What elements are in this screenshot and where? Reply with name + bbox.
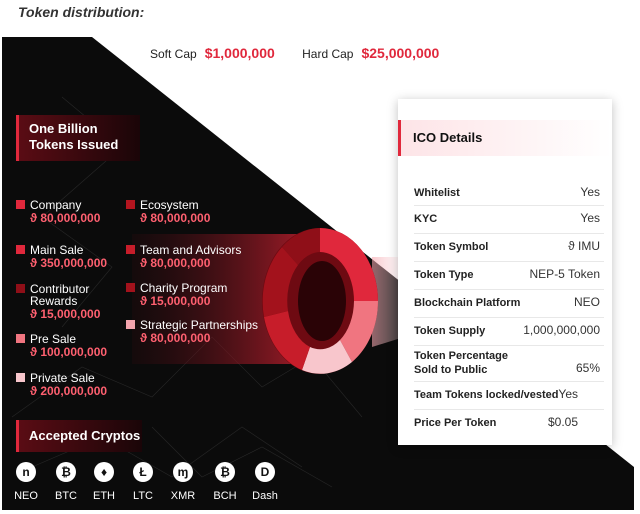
- legend-private-sale: Private Sale ϑ 200,000,000: [16, 372, 107, 397]
- legend-name: Ecosystem: [140, 198, 199, 212]
- crypto-bch: ₿ BCH: [205, 462, 245, 502]
- legend-pre-sale: Pre Sale ϑ 100,000,000: [16, 333, 107, 358]
- ico-value: Yes: [580, 185, 600, 199]
- ico-value: ϑ IMU: [568, 239, 600, 253]
- legend-name: Company: [30, 198, 82, 212]
- hard-cap-value: $25,000,000: [361, 45, 440, 61]
- ico-row-kyc: KYC Yes: [414, 207, 604, 234]
- legend-name: Main Sale: [30, 243, 84, 257]
- crypto-label: BTC: [55, 490, 77, 502]
- one-billion-banner: One Billion Tokens Issued: [16, 115, 140, 161]
- crypto-label: LTC: [133, 490, 153, 502]
- caps-row: Soft Cap $1,000,000 Hard Cap $25,000,000: [150, 45, 463, 61]
- ico-row-team-tokens: Team Tokens locked/vested Yes: [414, 383, 604, 410]
- ico-row-whitelist: Whitelist Yes: [414, 183, 604, 206]
- ico-key: Token Percentage: [414, 350, 508, 362]
- dash-icon: D: [255, 462, 275, 482]
- legend-amount: ϑ 200,000,000: [30, 384, 108, 398]
- soft-cap-label: Soft Cap: [150, 47, 197, 61]
- legend-name-2: Rewards: [30, 294, 78, 308]
- legend-name: Strategic Partnerships: [140, 318, 259, 332]
- ico-key: Token Symbol: [414, 241, 489, 253]
- ico-key: Token Supply: [414, 325, 486, 337]
- crypto-label: ETH: [93, 490, 115, 502]
- legend-charity: Charity Program ϑ 15,000,000: [126, 282, 227, 307]
- ico-key: Whitelist: [414, 187, 460, 199]
- legend-amount: ϑ 350,000,000: [30, 256, 108, 270]
- ico-value: Yes: [558, 387, 578, 401]
- ico-row-token-percentage: Token Percentage Sold to Public 65%: [414, 347, 604, 382]
- ico-row-blockchain: Blockchain Platform NEO: [414, 291, 604, 318]
- ico-value: NEP-5 Token: [529, 267, 600, 281]
- crypto-dash: D Dash: [245, 462, 285, 502]
- legend-swatch: [16, 245, 25, 254]
- donut-chart: [262, 228, 379, 374]
- neo-icon: n: [16, 462, 36, 482]
- legend-swatch: [126, 200, 135, 209]
- legend-amount: ϑ 100,000,000: [30, 345, 108, 359]
- ico-key: Blockchain Platform: [414, 297, 521, 309]
- legend-ecosystem: Ecosystem ϑ 80,000,000: [126, 199, 210, 224]
- xmr-icon: ɱ: [173, 462, 193, 482]
- ico-key: Token Type: [414, 269, 474, 281]
- ico-value: NEO: [573, 295, 600, 309]
- banner-line-2: Tokens Issued: [29, 137, 119, 152]
- legend-amount: ϑ 15,000,000: [30, 307, 101, 321]
- banner-line-1: One Billion: [29, 121, 98, 136]
- ico-key: KYC: [414, 213, 438, 225]
- ltc-icon: Ł: [133, 462, 153, 482]
- legend-amount: ϑ 15,000,000: [140, 294, 211, 308]
- legend-name: Charity Program: [140, 281, 228, 295]
- legend-strategic-partnerships: Strategic Partnerships ϑ 80,000,000: [126, 319, 258, 344]
- legend-swatch: [126, 320, 135, 329]
- ico-key: Team Tokens locked/vested: [414, 389, 559, 401]
- legend-main-sale: Main Sale ϑ 350,000,000: [16, 244, 107, 269]
- crypto-eth: ♦ ETH: [84, 462, 124, 502]
- ico-value: Yes: [580, 211, 600, 225]
- legend-swatch: [126, 245, 135, 254]
- accepted-cryptos-title: Accepted Cryptos: [16, 420, 142, 452]
- ico-row-token-type: Token Type NEP-5 Token: [414, 263, 604, 290]
- soft-cap-value: $1,000,000: [204, 45, 275, 61]
- ico-key: Price Per Token: [414, 417, 497, 429]
- eth-icon: ♦: [94, 462, 114, 482]
- btc-icon: ₿: [56, 462, 76, 482]
- crypto-label: XMR: [170, 490, 196, 502]
- hard-cap-label: Hard Cap: [302, 47, 354, 61]
- legend-name: Private Sale: [30, 371, 95, 385]
- legend-name: Pre Sale: [30, 332, 77, 346]
- legend-team-advisors: Team and Advisors ϑ 80,000,000: [126, 244, 241, 269]
- crypto-neo: n NEO: [6, 462, 46, 502]
- crypto-label: BCH: [213, 490, 237, 502]
- legend-swatch: [16, 373, 25, 382]
- ico-key-2: Sold to Public: [414, 364, 488, 376]
- ico-row-token-symbol: Token Symbol ϑ IMU: [414, 235, 604, 262]
- legend-name: Team and Advisors: [140, 243, 242, 257]
- legend-contributor-rewards: Contributor Rewards ϑ 15,000,000: [16, 283, 100, 320]
- crypto-ltc: Ł LTC: [123, 462, 163, 502]
- legend-swatch: [16, 200, 25, 209]
- legend-swatch: [16, 334, 25, 343]
- legend-amount: ϑ 80,000,000: [140, 256, 211, 270]
- ico-row-token-supply: Token Supply 1,000,000,000: [414, 319, 604, 346]
- crypto-xmr: ɱ XMR: [163, 462, 203, 502]
- crypto-btc: ₿ BTC: [46, 462, 86, 502]
- crypto-label: Dash: [252, 490, 278, 502]
- ico-value: 1,000,000,000: [523, 323, 600, 337]
- legend-swatch: [126, 283, 135, 292]
- ico-details-title: ICO Details: [398, 120, 612, 156]
- legend-amount: ϑ 80,000,000: [140, 331, 211, 345]
- legend-company: Company ϑ 80,000,000: [16, 199, 100, 224]
- section-title: Token distribution:: [18, 4, 145, 20]
- ico-row-price: Price Per Token $0.05: [414, 411, 604, 437]
- legend-amount: ϑ 80,000,000: [140, 211, 211, 225]
- crypto-label: NEO: [14, 490, 38, 502]
- ico-details-card: ICO Details Whitelist Yes KYC Yes Token …: [398, 99, 612, 445]
- legend-swatch: [16, 284, 25, 293]
- legend-amount: ϑ 80,000,000: [30, 211, 101, 225]
- bch-icon: ₿: [215, 462, 235, 482]
- ico-value: 65%: [575, 361, 600, 375]
- ico-value: $0.05: [547, 415, 578, 429]
